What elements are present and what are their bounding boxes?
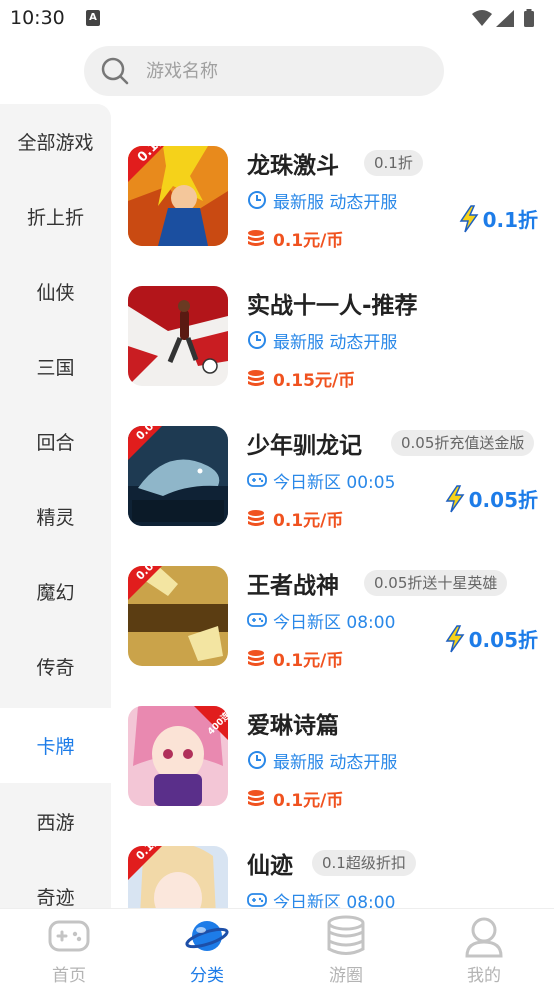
- server-info: 最新服 动态开服: [247, 748, 398, 773]
- coin-stack-icon: [248, 790, 264, 806]
- search-input[interactable]: [146, 46, 426, 96]
- tab-home[interactable]: 首页: [0, 909, 138, 986]
- category-item-discount[interactable]: 折上折: [0, 179, 111, 254]
- coin-stack-icon: [248, 510, 264, 526]
- game-name: 龙珠激斗: [247, 153, 339, 179]
- discount-text: 0.05折: [468, 488, 538, 512]
- server-text: 最新服 动态开服: [273, 192, 398, 213]
- category-item-fantasy[interactable]: 魔幻: [0, 554, 111, 629]
- category-item-spirit[interactable]: 精灵: [0, 479, 111, 554]
- game-name: 仙迹: [247, 853, 293, 879]
- lightning-icon: [445, 484, 465, 512]
- server-info: 最新服 动态开服: [247, 188, 398, 213]
- discount-badge: 0.1折: [459, 204, 538, 233]
- game-tag: 0.1超级折扣: [312, 850, 416, 876]
- game-item[interactable]: 0.1折 仙迹 0.1超级折扣 今日新区 08:00: [128, 846, 548, 908]
- discount-text: 0.1折: [482, 208, 538, 232]
- server-info: 今日新区 08:00: [247, 888, 395, 908]
- price-info: 0.15元/币: [247, 366, 356, 391]
- game-name: 实战十一人-推荐: [247, 293, 418, 319]
- category-item-card[interactable]: 卡牌: [0, 708, 111, 783]
- discount-badge: 0.05折: [445, 484, 538, 513]
- server-text: 今日新区 08:00: [273, 892, 396, 909]
- lightning-icon: [445, 624, 465, 652]
- tab-category[interactable]: 分类: [138, 909, 276, 986]
- server-info: 最新服 动态开服: [247, 328, 398, 353]
- coin-stack-icon: [248, 370, 264, 386]
- tab-label: 游圈: [329, 966, 363, 986]
- clock-icon: [248, 191, 266, 209]
- game-item[interactable]: 400连抽 爱琳诗篇 最新服 动态开服 0.1元/币: [128, 704, 548, 826]
- category-sidebar: 全部游戏 折上折 仙侠 三国 回合 精灵 魔幻 传奇 卡牌 西游 奇迹: [0, 104, 111, 908]
- clock-icon: [248, 751, 266, 769]
- category-item-miracle[interactable]: 奇迹: [0, 859, 111, 908]
- gamepad-icon: [48, 920, 90, 952]
- search-box[interactable]: [84, 46, 444, 96]
- coin-stack-icon: [248, 650, 264, 666]
- database-icon: [327, 915, 365, 955]
- game-tag: 0.05折充值送金版: [391, 430, 535, 456]
- category-item-xiyou[interactable]: 西游: [0, 784, 111, 859]
- game-item[interactable]: 0.05折 王者战神 0.05折送十星英雄 今日新区 08:00 0.1元/币 …: [128, 546, 548, 686]
- game-item[interactable]: 0.05折 少年驯龙记 0.05折充值送金版 今日新区 00:05 0.1元/币…: [128, 406, 548, 546]
- cell-signal-icon: [496, 10, 514, 27]
- tab-mine[interactable]: 我的: [415, 909, 553, 986]
- status-time: 10:30: [10, 7, 65, 29]
- tab-label: 分类: [190, 966, 224, 986]
- tab-label: 我的: [467, 966, 501, 986]
- lightning-icon: [459, 204, 479, 232]
- tab-community[interactable]: 游圈: [277, 909, 415, 986]
- game-thumbnail[interactable]: [128, 286, 228, 386]
- server-text: 今日新区 08:00: [273, 612, 396, 633]
- price-info: 0.1元/币: [247, 506, 344, 531]
- category-item-xianxia[interactable]: 仙侠: [0, 254, 111, 329]
- game-name: 王者战神: [247, 573, 339, 599]
- planet-icon: [185, 921, 229, 951]
- price-info: 0.1元/币: [247, 786, 344, 811]
- user-icon: [465, 917, 503, 958]
- discount-badge: 0.05折: [445, 624, 538, 653]
- server-info: 今日新区 00:05: [247, 468, 396, 493]
- server-text: 最新服 动态开服: [273, 752, 398, 773]
- battery-icon: [524, 11, 534, 27]
- price-info: 0.1元/币: [247, 226, 344, 251]
- server-info: 今日新区 08:00: [247, 608, 396, 633]
- status-bar: 10:30 A: [0, 0, 554, 36]
- wifi-icon: [472, 10, 492, 26]
- discount-text: 0.05折: [468, 628, 538, 652]
- game-item[interactable]: 0.1折 龙珠激斗 0.1折 最新服 动态开服 0.1元/币 0.1折: [128, 129, 548, 266]
- gamepad-icon: [247, 473, 267, 487]
- game-item[interactable]: 实战十一人-推荐 最新服 动态开服 0.15元/币: [128, 286, 548, 406]
- server-text: 今日新区 00:05: [273, 472, 396, 493]
- category-item-all[interactable]: 全部游戏: [0, 104, 111, 179]
- price-text: 0.1元/币: [273, 510, 344, 531]
- price-text: 0.1元/币: [273, 790, 344, 811]
- notification-icon: A: [86, 10, 100, 26]
- game-name: 爱琳诗篇: [247, 713, 339, 739]
- coin-stack-icon: [248, 230, 264, 246]
- price-text: 0.1元/币: [273, 650, 344, 671]
- price-info: 0.1元/币: [247, 646, 344, 671]
- signal-icons: [472, 9, 534, 27]
- bottom-tab-bar: 首页 分类 游圈 我的: [0, 908, 554, 986]
- gamepad-icon: [247, 893, 267, 907]
- clock-icon: [248, 331, 266, 349]
- game-tag: 0.05折送十星英雄: [364, 570, 508, 596]
- server-text: 最新服 动态开服: [273, 332, 398, 353]
- price-text: 0.15元/币: [273, 370, 356, 391]
- gamepad-icon: [247, 613, 267, 627]
- price-text: 0.1元/币: [273, 230, 344, 251]
- category-item-turn-based[interactable]: 回合: [0, 404, 111, 479]
- category-item-sanguo[interactable]: 三国: [0, 329, 111, 404]
- category-item-legend[interactable]: 传奇: [0, 629, 111, 704]
- search-icon: [101, 57, 129, 85]
- game-name: 少年驯龙记: [247, 433, 362, 459]
- game-tag: 0.1折: [364, 150, 423, 176]
- tab-label: 首页: [52, 966, 86, 986]
